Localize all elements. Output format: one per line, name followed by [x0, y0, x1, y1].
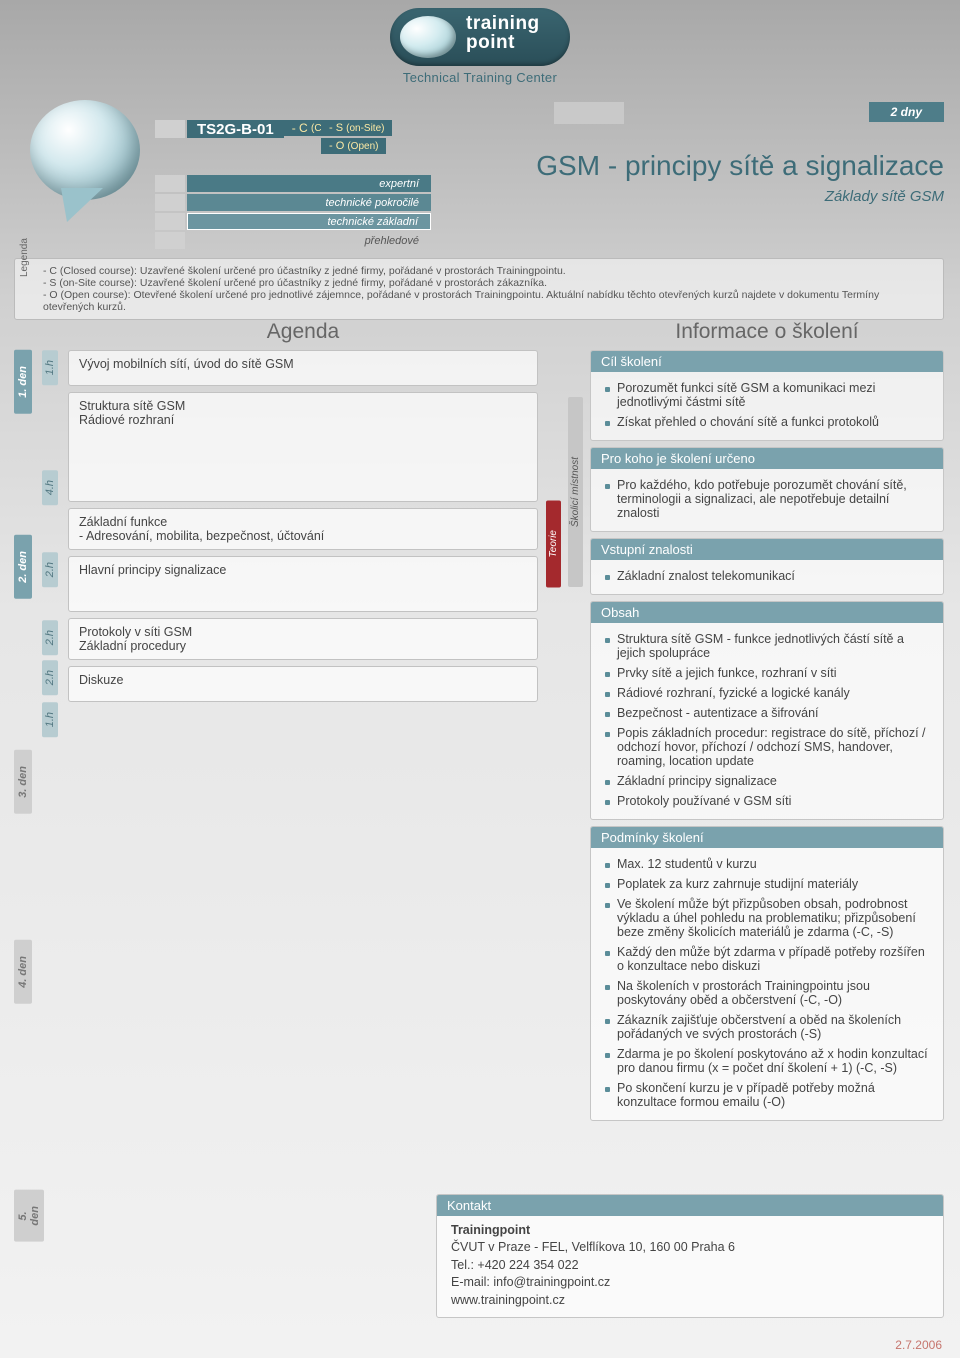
legenda-line: - C (Closed course): Uzavřené školení ur…: [43, 265, 933, 277]
day-tag-1: 1. den: [14, 350, 32, 414]
kontakt-name: Trainingpoint: [451, 1222, 933, 1240]
legenda-line: - O (Open course): Otevřené školení urče…: [43, 289, 933, 313]
hour-tag: 2.h: [42, 620, 58, 655]
hour-tag: 2.h: [42, 660, 58, 695]
list-item: Ve školení může být přizpůsoben obsah, p…: [605, 894, 933, 942]
list-item: Porozumět funkci sítě GSM a komunikaci m…: [605, 378, 933, 412]
agenda-block: Hlavní principy signalizace: [68, 556, 538, 612]
section-heading: Obsah: [591, 602, 943, 623]
agenda-block: Diskuze: [68, 666, 538, 702]
hour-tag: 4.h: [42, 470, 58, 505]
list-item: Rádiové rozhraní, fyzické a logické kaná…: [605, 683, 933, 703]
agenda-block: Základní funkce - Adresování, mobilita, …: [68, 508, 538, 550]
list-item: Poplatek za kurz zahrnuje studijní mater…: [605, 874, 933, 894]
day-rail: 1. den 2. den 3. den 4. den 5. den: [14, 320, 34, 1127]
list-item: Popis základních procedur: registrace do…: [605, 723, 933, 771]
list-item: Pro každého, kdo potřebuje porozumět cho…: [605, 475, 933, 523]
agenda-title: Agenda: [68, 320, 538, 344]
duration-badge: 2 dny: [869, 102, 944, 122]
label-mistnost: Školicí místnost: [568, 397, 583, 587]
hour-tag: 2.h: [42, 552, 58, 587]
list-item: Max. 12 studentů v kurzu: [605, 854, 933, 874]
level-bars: expertní technické pokročilé technické z…: [155, 175, 431, 251]
list-item: Na školeních v prostorách Trainingpointu…: [605, 976, 933, 1010]
speech-bubble-icon: [30, 100, 140, 210]
kontakt-tel: Tel.: +420 224 354 022: [451, 1257, 933, 1275]
section-obsah: Obsah Struktura sítě GSM - funkce jednot…: [590, 601, 944, 820]
main-content: 1. den 2. den 3. den 4. den 5. den 1.h 4…: [14, 320, 944, 1127]
list-item: Základní znalost telekomunikací: [605, 566, 933, 586]
section-podminky: Podmínky školení Max. 12 studentů v kurz…: [590, 826, 944, 1121]
section-komu: Pro koho je školení určeno Pro každého, …: [590, 447, 944, 532]
day-tag-3: 3. den: [14, 750, 32, 814]
course-code: TS2G-B-01: [197, 121, 274, 138]
day-tag-5: 5. den: [14, 1190, 44, 1242]
logo-subtitle: Technical Training Center: [350, 70, 610, 85]
info-column: Informace o školení Cíl školení Porozumě…: [590, 320, 944, 1127]
section-cil: Cíl školení Porozumět funkci sítě GSM a …: [590, 350, 944, 441]
agenda-block: Struktura sítě GSM Rádiové rozhraní: [68, 392, 538, 502]
agenda-block: Vývoj mobilních sítí, úvod do sítě GSM: [68, 350, 538, 386]
agenda-block: Protokoly v síti GSM Základní procedury: [68, 618, 538, 660]
kontakt-web: www.trainingpoint.cz: [451, 1292, 933, 1310]
list-item: Prvky sítě a jejich funkce, rozhraní v s…: [605, 663, 933, 683]
hour-tag: 1.h: [42, 702, 58, 737]
logo-pill: training point: [390, 8, 570, 66]
section-vstup: Vstupní znalosti Základní znalost teleko…: [590, 538, 944, 595]
legenda-line: - S (on-Site course): Uzavřené školení u…: [43, 277, 933, 289]
kontakt-email: E-mail: info@trainingpoint.cz: [451, 1274, 933, 1292]
logo-line2: point: [466, 33, 540, 52]
label-teorie: Teorie: [546, 500, 561, 587]
list-item: Zdarma je po školení poskytováno až x ho…: [605, 1044, 933, 1078]
section-heading: Podmínky školení: [591, 827, 943, 848]
agenda-column: Agenda Vývoj mobilních sítí, úvod do sít…: [68, 320, 538, 1127]
section-heading: Kontakt: [437, 1195, 943, 1216]
section-kontakt: Kontakt Trainingpoint ČVUT v Praze - FEL…: [436, 1194, 944, 1325]
header-right: 2 dny GSM - principy sítě a signalizace …: [474, 102, 944, 205]
legenda-label: Legenda: [19, 238, 30, 277]
list-item: Struktura sítě GSM - funkce jednotlivých…: [605, 629, 933, 663]
legenda-box: Legenda - C (Closed course): Uzavřené šk…: [14, 258, 944, 320]
course-title: GSM - principy sítě a signalizace: [474, 150, 944, 182]
logo-line1: training: [466, 14, 540, 33]
kontakt-addr: ČVUT v Praze - FEL, Velflíkova 10, 160 0…: [451, 1239, 933, 1257]
list-item: Po skončení kurzu je v případě potřeby m…: [605, 1078, 933, 1112]
section-heading: Vstupní znalosti: [591, 539, 943, 560]
info-title: Informace o školení: [590, 320, 944, 344]
course-code-block: TS2G-B-01 - C (Closed) - S (on-Site) - O…: [155, 120, 392, 156]
list-item: Protokoly používané v GSM síti: [605, 791, 933, 811]
footer-date: 2.7.2006: [895, 1338, 942, 1352]
day-tag-4: 4. den: [14, 940, 32, 1004]
list-item: Zákazník zajišťuje občerstvení a oběd na…: [605, 1010, 933, 1044]
hour-rail: 1.h 4.h 2.h 2.h 2.h 1.h: [42, 320, 60, 1127]
section-heading: Cíl školení: [591, 351, 943, 372]
list-item: Základní principy signalizace: [605, 771, 933, 791]
day-tag-2: 2. den: [14, 535, 32, 599]
course-subtitle: Základy sítě GSM: [474, 188, 944, 205]
hour-tag: 1.h: [42, 350, 58, 385]
list-item: Každý den může být zdarma v případě potř…: [605, 942, 933, 976]
list-item: Získat přehled o chování sítě a funkci p…: [605, 412, 933, 432]
list-item: Bezpečnost - autentizace a šifrování: [605, 703, 933, 723]
section-heading: Pro koho je školení určeno: [591, 448, 943, 469]
